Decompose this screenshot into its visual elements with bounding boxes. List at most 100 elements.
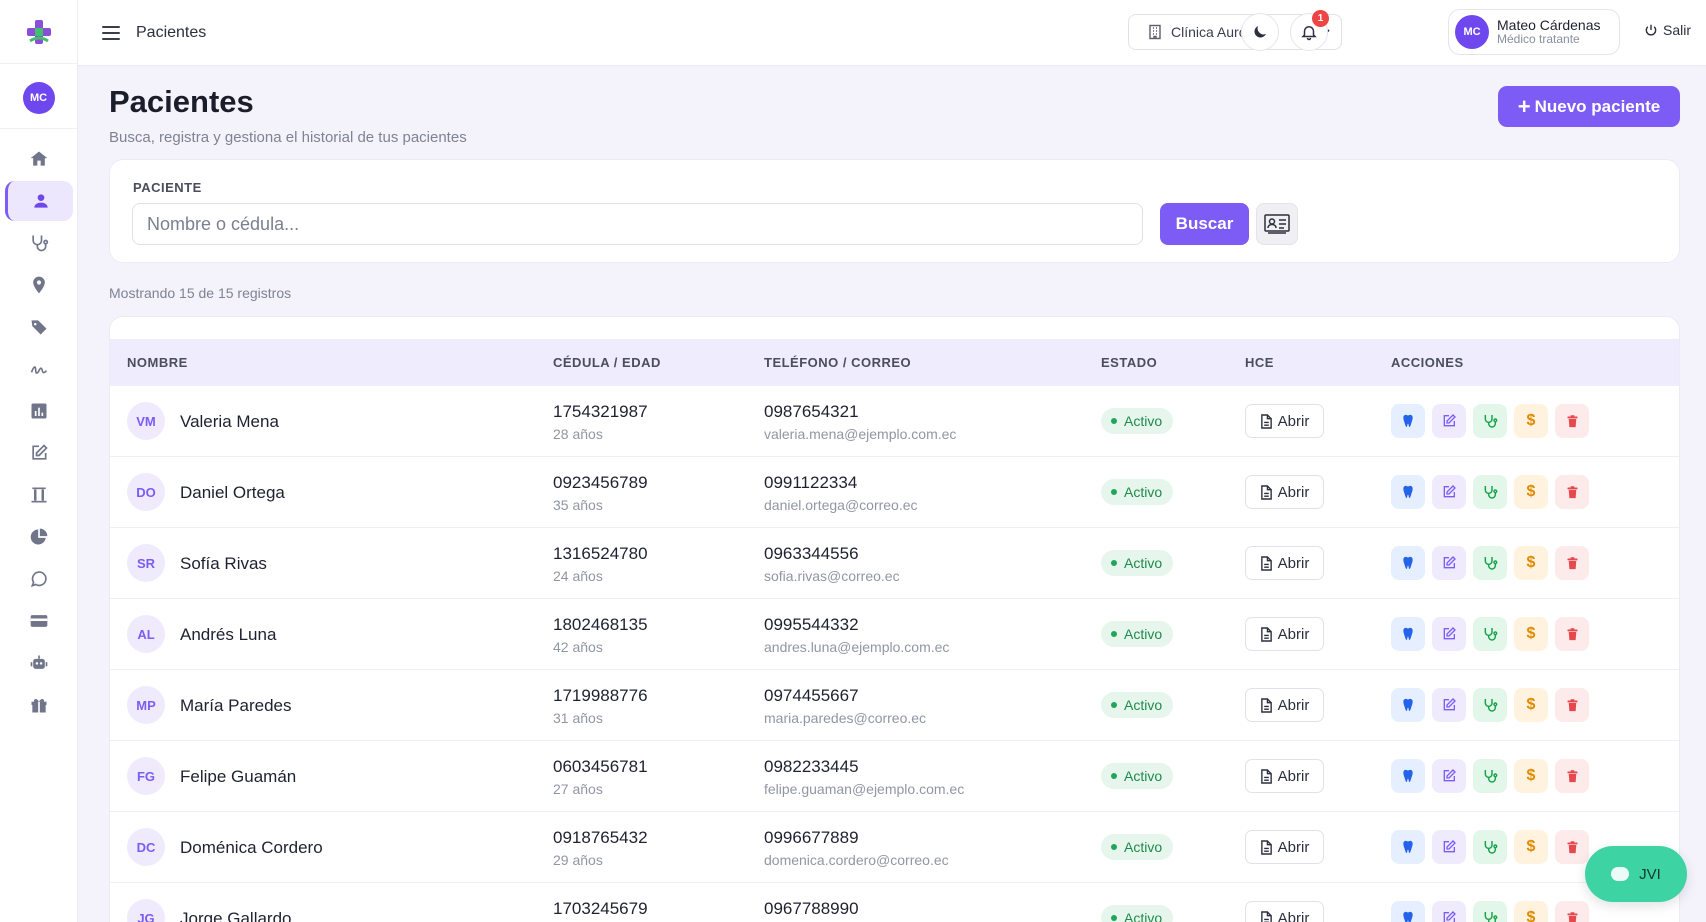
delete-patient-button[interactable]	[1555, 617, 1589, 651]
consult-button[interactable]	[1473, 688, 1507, 722]
consult-button[interactable]	[1473, 617, 1507, 651]
stethoscope-icon	[1484, 912, 1498, 922]
search-button[interactable]: Buscar	[1160, 203, 1249, 245]
delete-patient-button[interactable]	[1555, 830, 1589, 864]
open-hce-button[interactable]: Abrir	[1245, 404, 1324, 438]
document-icon	[1260, 626, 1272, 642]
column-header-contact[interactable]: TELÉFONO / CORREO	[764, 355, 911, 370]
patient-name[interactable]: Felipe Guamán	[180, 767, 296, 787]
sidebar-item-patients[interactable]	[5, 181, 73, 221]
sidebar-item-home[interactable]	[5, 139, 73, 179]
patient-age: 35 años	[553, 497, 603, 513]
odontogram-button[interactable]	[1391, 617, 1425, 651]
chat-widget-button[interactable]: JVI	[1585, 846, 1687, 902]
sidebar-item-notes[interactable]	[5, 433, 73, 473]
patient-name[interactable]: Andrés Luna	[180, 625, 276, 645]
dollar-icon: $	[1526, 767, 1536, 784]
delete-patient-button[interactable]	[1555, 404, 1589, 438]
delete-patient-button[interactable]	[1555, 475, 1589, 509]
open-hce-button[interactable]: Abrir	[1245, 830, 1324, 864]
odontogram-button[interactable]	[1391, 901, 1425, 922]
edit-patient-button[interactable]	[1432, 546, 1466, 580]
patient-name[interactable]: Valeria Mena	[180, 412, 279, 432]
sidebar-item-locations[interactable]	[5, 265, 73, 305]
open-hce-button[interactable]: Abrir	[1245, 759, 1324, 793]
sidebar-item-reports[interactable]	[5, 391, 73, 431]
logout-button[interactable]: Salir	[1644, 22, 1691, 38]
odontogram-button[interactable]	[1391, 475, 1425, 509]
open-hce-button[interactable]: Abrir	[1245, 475, 1324, 509]
billing-button[interactable]: $	[1514, 475, 1548, 509]
open-hce-button[interactable]: Abrir	[1245, 901, 1324, 922]
edit-patient-button[interactable]	[1432, 759, 1466, 793]
edit-patient-button[interactable]	[1432, 617, 1466, 651]
billing-button[interactable]: $	[1514, 546, 1548, 580]
new-patient-button[interactable]: + Nuevo paciente	[1498, 86, 1680, 127]
open-hce-label: Abrir	[1277, 554, 1310, 572]
consult-button[interactable]	[1473, 901, 1507, 922]
sidebar-avatar[interactable]: MC	[22, 82, 55, 114]
delete-patient-button[interactable]	[1555, 546, 1589, 580]
dollar-icon: $	[1526, 412, 1536, 429]
app-logo[interactable]	[0, 0, 77, 64]
sidebar-item-signature[interactable]	[5, 349, 73, 389]
patient-email: felipe.guaman@ejemplo.com.ec	[764, 781, 965, 797]
edit-patient-button[interactable]	[1432, 901, 1466, 922]
odontogram-button[interactable]	[1391, 546, 1425, 580]
open-hce-button[interactable]: Abrir	[1245, 546, 1324, 580]
column-header-status[interactable]: ESTADO	[1101, 355, 1157, 370]
sidebar-item-gifts[interactable]	[5, 685, 73, 725]
notifications-button[interactable]: 1	[1290, 10, 1329, 51]
patient-name[interactable]: Daniel Ortega	[180, 483, 285, 503]
billing-button[interactable]: $	[1514, 688, 1548, 722]
consult-button[interactable]	[1473, 475, 1507, 509]
column-header-name[interactable]: NOMBRE	[127, 355, 188, 370]
patient-name[interactable]: Sofía Rivas	[180, 554, 267, 574]
billing-button[interactable]: $	[1514, 830, 1548, 864]
sidebar-item-assistant[interactable]	[5, 643, 73, 683]
billing-button[interactable]: $	[1514, 617, 1548, 651]
sidebar-item-stats[interactable]	[5, 517, 73, 557]
billing-button[interactable]: $	[1514, 404, 1548, 438]
consult-button[interactable]	[1473, 830, 1507, 864]
sidebar-item-payments[interactable]	[5, 601, 73, 641]
billing-button[interactable]: $	[1514, 759, 1548, 793]
delete-patient-button[interactable]	[1555, 688, 1589, 722]
patient-name[interactable]: María Paredes	[180, 696, 292, 716]
patient-name[interactable]: Doménica Cordero	[180, 838, 323, 858]
delete-patient-button[interactable]	[1555, 759, 1589, 793]
consult-button[interactable]	[1473, 404, 1507, 438]
patient-initials-avatar: FG	[127, 757, 165, 795]
consult-button[interactable]	[1473, 546, 1507, 580]
odontogram-button[interactable]	[1391, 759, 1425, 793]
open-hce-button[interactable]: Abrir	[1245, 688, 1324, 722]
theme-toggle-button[interactable]	[1241, 13, 1279, 51]
delete-patient-button[interactable]	[1555, 901, 1589, 922]
status-badge: Activo	[1101, 408, 1174, 434]
edit-patient-button[interactable]	[1432, 830, 1466, 864]
column-header-id-age[interactable]: CÉDULA / EDAD	[553, 355, 661, 370]
patient-name[interactable]: Jorge Gallardo	[180, 909, 292, 922]
patient-age: 28 años	[553, 426, 603, 442]
open-hce-button[interactable]: Abrir	[1245, 617, 1324, 651]
edit-patient-button[interactable]	[1432, 404, 1466, 438]
sidebar-item-tags[interactable]	[5, 307, 73, 347]
status-badge: Activo	[1101, 763, 1174, 789]
search-input[interactable]	[132, 203, 1143, 245]
odontogram-button[interactable]	[1391, 404, 1425, 438]
menu-toggle-button[interactable]	[102, 23, 122, 43]
tooth-icon	[1403, 414, 1413, 427]
edit-patient-button[interactable]	[1432, 688, 1466, 722]
column-header-hce[interactable]: HCE	[1245, 355, 1274, 370]
edit-patient-button[interactable]	[1432, 475, 1466, 509]
sidebar-item-lab[interactable]	[5, 475, 73, 515]
consult-button[interactable]	[1473, 759, 1507, 793]
odontogram-button[interactable]	[1391, 688, 1425, 722]
scan-id-button[interactable]	[1256, 203, 1298, 245]
sidebar-item-whatsapp[interactable]	[5, 559, 73, 599]
sidebar-item-consults[interactable]	[5, 223, 73, 263]
user-menu[interactable]: MC Mateo Cárdenas Médico tratante	[1448, 9, 1620, 55]
open-hce-label: Abrir	[1277, 838, 1310, 856]
odontogram-button[interactable]	[1391, 830, 1425, 864]
billing-button[interactable]: $	[1514, 901, 1548, 922]
